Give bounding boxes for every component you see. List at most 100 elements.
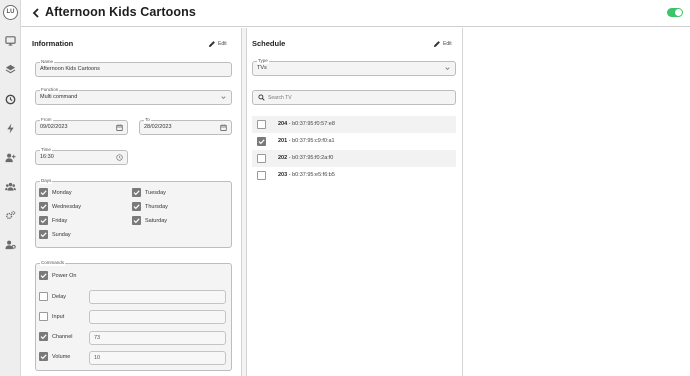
type-value: TVs [257,65,267,71]
thursday-checkbox[interactable] [132,202,141,211]
calendar-icon[interactable] [116,124,123,131]
check-icon [40,232,47,238]
tv-checkbox[interactable] [257,120,266,129]
monday-checkbox[interactable] [39,188,48,197]
power-on-label: Power On [52,273,77,279]
schedule-title: Schedule [252,39,286,48]
check-icon [258,139,265,145]
volume-label: Volume [52,354,71,360]
wednesday-label: Wednesday [52,204,81,210]
bolt-icon[interactable] [5,123,16,134]
tv-label: 203 - b0:37:95:e5:f6:b5 [278,172,335,178]
monitor-icon[interactable] [5,35,16,46]
clock-icon[interactable] [5,94,16,105]
user-gear-icon[interactable] [5,239,16,250]
settings-icon[interactable] [5,210,16,221]
search-tv-input[interactable]: Search TV [252,90,456,105]
check-icon [40,354,47,360]
type-select[interactable]: Type TVs [252,58,456,76]
nav-rail: LU [0,0,21,376]
tuesday-label: Tuesday [145,190,166,196]
pencil-icon [209,40,215,47]
wednesday-checkbox[interactable] [39,202,48,211]
channel-value: 73 [94,335,101,341]
user-add-icon[interactable] [5,152,16,163]
days-label: Days [40,178,53,184]
delay-checkbox[interactable] [39,292,48,301]
schedule-panel: Schedule Edit Type TVs Search TV 204 - b… [246,28,463,376]
tv-list-item[interactable]: 202 - b0:37:95:f0:2a:f0 [252,150,456,167]
power-on-checkbox[interactable] [39,271,48,280]
tv-label: 201 - b0:37:95:c9:f0:a1 [278,138,335,144]
monday-label: Monday [52,190,72,196]
saturday-label: Saturday [145,218,168,224]
check-icon [40,204,47,210]
check-icon [40,190,47,196]
channel-checkbox[interactable] [39,332,48,341]
time-field[interactable]: Time 16:30 [35,147,128,165]
sunday-label: Sunday [52,232,71,238]
sunday-checkbox[interactable] [39,230,48,239]
name-value: Afternoon Kids Cartoons [40,66,100,72]
from-label: From [40,117,53,123]
input-input[interactable] [89,310,226,324]
channel-input[interactable]: 73 [89,331,226,345]
name-label: Name [40,59,55,65]
to-date-field[interactable]: To 28/02/2023 [139,117,232,135]
delay-input[interactable] [89,290,226,304]
function-select[interactable]: Function Multi command [35,87,232,105]
tv-checkbox[interactable] [257,137,266,146]
tv-label: 202 - b0:37:95:f0:2a:f0 [278,155,334,161]
chevron-left-icon [32,8,39,18]
tv-number: 202 [278,155,288,161]
tv-mac: b0:37:95:c9:f0:a1 [292,138,335,144]
check-icon [133,218,140,224]
back-button[interactable] [31,6,41,20]
clock-icon[interactable] [116,154,123,161]
saturday-checkbox[interactable] [132,216,141,225]
information-edit-button[interactable]: Edit [208,39,227,48]
tv-checkbox[interactable] [257,171,266,180]
enabled-toggle[interactable] [667,8,683,17]
to-value: 28/02/2023 [144,124,172,130]
page-title: Afternoon Kids Cartoons [45,5,196,19]
information-panel: Information Edit Name Afternoon Kids Car… [21,28,242,376]
commands-label: Commands [40,260,66,266]
layers-icon[interactable] [5,64,16,75]
friday-checkbox[interactable] [39,216,48,225]
edit-label: Edit [443,40,452,47]
search-icon [258,94,265,101]
pencil-icon [434,40,440,47]
function-label: Function [40,87,60,93]
chevron-down-icon [444,65,451,72]
input-label: Input [52,314,65,320]
volume-input[interactable]: 10 [89,351,226,365]
from-value: 09/02/2023 [40,124,68,130]
tv-mac: b0:37:95:e5:f6:b5 [292,172,335,178]
tv-list-item[interactable]: 203 - b0:37:95:e5:f6:b5 [252,167,456,184]
check-icon [40,334,47,340]
time-label: Time [40,147,52,153]
tv-number: 204 [278,121,288,127]
name-field[interactable]: Name Afternoon Kids Cartoons [35,59,232,77]
input-checkbox[interactable] [39,312,48,321]
schedule-edit-button[interactable]: Edit [433,39,452,48]
check-icon [40,273,47,279]
volume-checkbox[interactable] [39,352,48,361]
check-icon [133,204,140,210]
check-icon [40,218,47,224]
tuesday-checkbox[interactable] [132,188,141,197]
calendar-icon[interactable] [220,124,227,131]
tv-checkbox[interactable] [257,154,266,163]
users-icon[interactable] [5,181,16,192]
tv-number: 201 [278,138,288,144]
delay-label: Delay [52,294,67,300]
tv-list-item[interactable]: 201 - b0:37:95:c9:f0:a1 [252,133,456,150]
tv-list-item[interactable]: 204 - b0:37:95:f0:57:e8 [252,116,456,133]
tv-mac: b0:37:95:f0:57:e8 [292,121,335,127]
check-icon [133,190,140,196]
avatar[interactable]: LU [3,5,18,20]
from-date-field[interactable]: From 09/02/2023 [35,117,128,135]
tv-label: 204 - b0:37:95:f0:57:e8 [278,121,335,127]
search-placeholder: Search TV [268,95,292,101]
